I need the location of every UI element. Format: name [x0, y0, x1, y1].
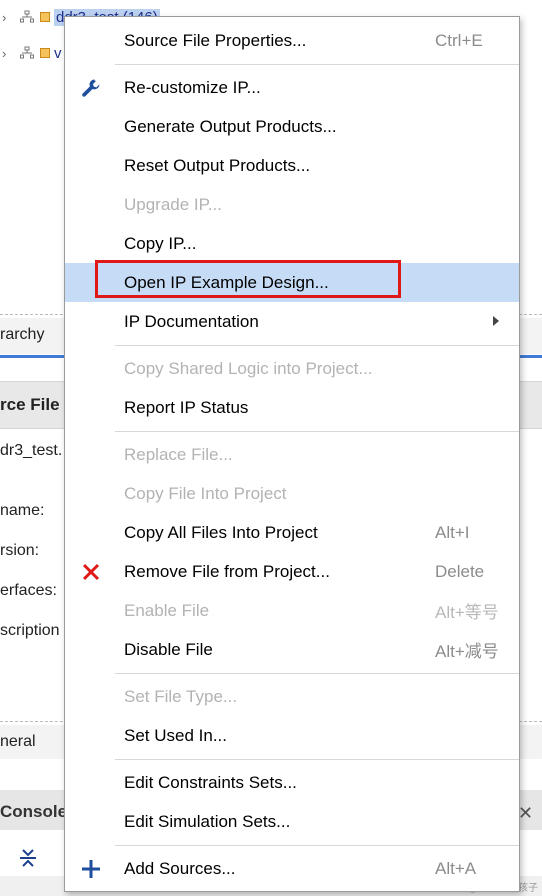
menu-item-label: Replace File...	[124, 444, 233, 464]
menu-item-label: Set Used In...	[124, 725, 227, 745]
menu-item-report-ip-status[interactable]: Report IP Status	[65, 388, 519, 427]
menu-item-label: Upgrade IP...	[124, 194, 222, 214]
menu-item-reset-output-products[interactable]: Reset Output Products...	[65, 146, 519, 185]
menu-item-label: Copy Shared Logic into Project...	[124, 358, 373, 378]
menu-item-label: Copy IP...	[124, 233, 197, 253]
submenu-arrow-icon	[493, 316, 499, 326]
field-interfaces-label: erfaces:	[0, 582, 57, 599]
menu-item-ip-documentation[interactable]: IP Documentation	[65, 302, 519, 341]
menu-item-copy-all-files-into-project[interactable]: Copy All Files Into Project Alt+I	[65, 513, 519, 552]
ip-core-icon	[40, 12, 50, 22]
menu-item-recustomize-ip[interactable]: Re-customize IP...	[65, 68, 519, 107]
menu-item-label: Re-customize IP...	[124, 77, 261, 97]
menu-item-upgrade-ip: Upgrade IP...	[65, 185, 519, 224]
ip-core-icon	[40, 48, 50, 58]
menu-separator	[115, 431, 519, 432]
menu-item-label: Generate Output Products...	[124, 116, 337, 136]
menu-item-label: IP Documentation	[124, 311, 259, 331]
menu-item-enable-file: Enable File Alt+等号	[65, 591, 519, 630]
hierarchy-icon	[20, 46, 34, 60]
menu-item-generate-output-products[interactable]: Generate Output Products...	[65, 107, 519, 146]
tab-console[interactable]: Console	[0, 802, 67, 822]
menu-item-label: Reset Output Products...	[124, 155, 311, 175]
menu-item-replace-file: Replace File...	[65, 435, 519, 474]
menu-item-copy-ip[interactable]: Copy IP...	[65, 224, 519, 263]
wrench-icon	[79, 76, 103, 100]
menu-item-set-file-type: Set File Type...	[65, 677, 519, 716]
tree-item-label[interactable]: v	[54, 45, 62, 62]
properties-file-name: dr3_test.	[0, 442, 63, 459]
menu-separator	[115, 845, 519, 846]
menu-item-set-used-in[interactable]: Set Used In...	[65, 716, 519, 755]
remove-x-icon	[79, 560, 103, 584]
menu-item-edit-simulation-sets[interactable]: Edit Simulation Sets...	[65, 802, 519, 841]
menu-item-add-sources[interactable]: Add Sources... Alt+A	[65, 849, 519, 888]
hierarchy-icon	[20, 10, 34, 24]
menu-item-shortcut: Alt+等号	[435, 603, 499, 622]
menu-item-shortcut: Alt+I	[435, 522, 470, 542]
menu-item-label: Set File Type...	[124, 686, 238, 706]
menu-separator	[115, 759, 519, 760]
menu-item-shortcut: Alt+A	[435, 858, 477, 878]
tree-row-second[interactable]: › v	[0, 42, 62, 64]
menu-item-label: Disable File	[124, 639, 213, 659]
menu-item-label: Add Sources...	[124, 858, 236, 878]
menu-item-label: Report IP Status	[124, 397, 249, 417]
close-icon[interactable]: ✕	[518, 803, 533, 824]
menu-item-label: Open IP Example Design...	[124, 272, 329, 292]
menu-item-label: Edit Simulation Sets...	[124, 811, 291, 831]
menu-item-label: Remove File from Project...	[124, 561, 330, 581]
tab-hierarchy[interactable]: rarchy	[0, 326, 44, 344]
menu-item-label: Edit Constraints Sets...	[124, 772, 297, 792]
menu-item-shortcut: Ctrl+E	[435, 30, 483, 50]
menu-item-shortcut: Alt+减号	[435, 642, 499, 661]
menu-item-copy-shared-logic: Copy Shared Logic into Project...	[65, 349, 519, 388]
tab-general[interactable]: neral	[0, 733, 36, 751]
menu-item-source-file-properties[interactable]: Source File Properties... Ctrl+E	[65, 21, 519, 60]
menu-item-label: Copy File Into Project	[124, 483, 287, 503]
menu-item-label: Source File Properties...	[124, 30, 307, 50]
field-version-label: rsion:	[0, 542, 40, 559]
plus-icon	[79, 857, 103, 881]
menu-item-label: Enable File	[124, 600, 210, 620]
context-menu: Source File Properties... Ctrl+E Re-cust…	[64, 16, 520, 892]
field-name-label: name:	[0, 502, 45, 519]
collapse-all-icon[interactable]	[16, 846, 40, 870]
menu-item-disable-file[interactable]: Disable File Alt+减号	[65, 630, 519, 669]
menu-item-label: Copy All Files Into Project	[124, 522, 318, 542]
chevron-right-icon[interactable]: ›	[2, 10, 14, 25]
menu-item-shortcut: Delete	[435, 561, 485, 581]
menu-separator	[115, 64, 519, 65]
menu-item-open-ip-example-design[interactable]: Open IP Example Design...	[65, 263, 519, 302]
field-description-label: scription	[0, 622, 60, 639]
menu-separator	[115, 345, 519, 346]
menu-separator	[115, 673, 519, 674]
properties-title: rce File	[0, 395, 60, 414]
menu-item-copy-file-into-project: Copy File Into Project	[65, 474, 519, 513]
chevron-right-icon[interactable]: ›	[2, 46, 14, 61]
menu-item-remove-file-from-project[interactable]: Remove File from Project... Delete	[65, 552, 519, 591]
menu-item-edit-constraints-sets[interactable]: Edit Constraints Sets...	[65, 763, 519, 802]
